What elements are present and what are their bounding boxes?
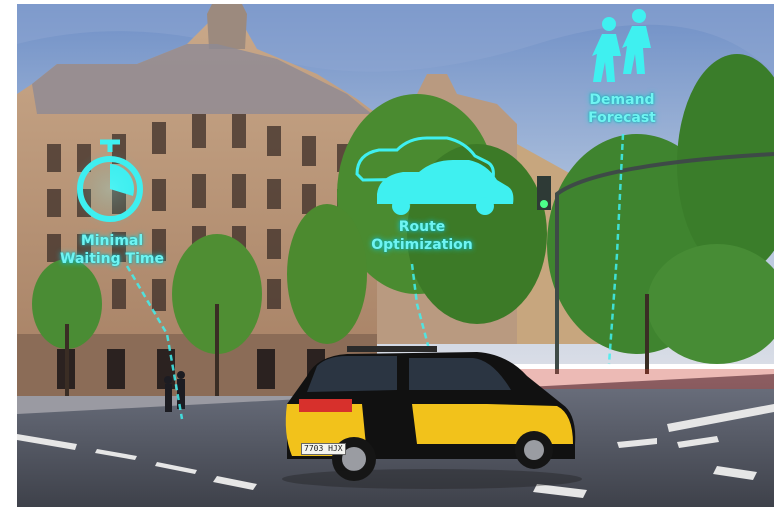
route-label-line1: Route [398,219,446,235]
license-plate: 7703 HJX [301,443,346,455]
route-optimization-label: Route Optimization [362,218,482,254]
photo-frame: Minimal Waiting Time Route Optimization … [17,4,774,507]
demand-forecast-label: Demand Forecast [582,91,662,127]
waiting-label-line1: Minimal [80,233,144,249]
demand-label-line2: Forecast [588,110,656,126]
demand-label-line1: Demand [589,92,655,108]
waiting-label-line2: Waiting Time [60,251,164,267]
minimal-waiting-time-label: Minimal Waiting Time [57,232,167,268]
route-label-line2: Optimization [371,237,473,253]
